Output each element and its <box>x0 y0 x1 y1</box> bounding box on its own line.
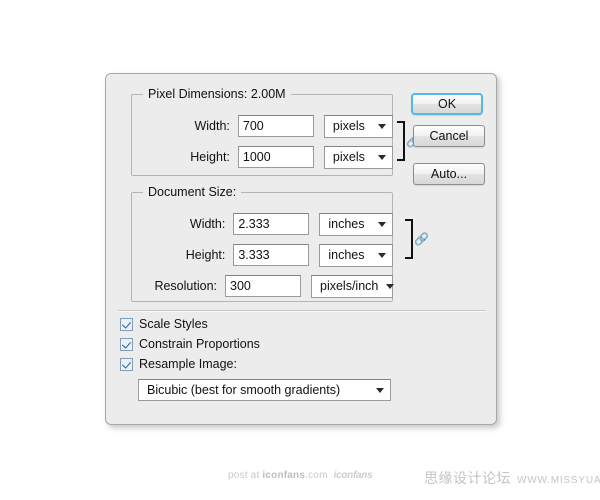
watermark-right-url: WWW.MISSYUAN.COM <box>517 475 600 486</box>
ok-button-label: OK <box>437 97 457 111</box>
document-height-unit-select[interactable]: inches <box>319 243 393 267</box>
document-width-unit-value: inches <box>328 217 365 231</box>
constrain-proportions-checkbox-row[interactable]: Constrain Proportions <box>120 337 260 351</box>
resample-method-select[interactable]: Bicubic (best for smooth gradients) <box>138 379 391 401</box>
document-resolution-unit-select[interactable]: pixels/inch <box>311 274 395 298</box>
chevron-down-icon <box>376 387 384 393</box>
document-size-legend: Document Size: <box>143 185 242 199</box>
pixel-width-label: Width: <box>194 119 230 133</box>
resample-image-checkbox[interactable] <box>120 357 133 371</box>
watermark-iconfans: post at iconfans.com iconfans <box>228 470 373 481</box>
ok-button[interactable]: OK <box>411 93 483 115</box>
document-size-link-constraint[interactable]: 🔗 <box>405 219 429 259</box>
document-width-label: Width: <box>189 217 226 231</box>
chevron-down-icon <box>378 221 386 227</box>
watermark-left-suffix: .com <box>305 470 328 481</box>
document-width-input[interactable] <box>233 213 310 235</box>
pixel-width-input[interactable] <box>237 115 314 137</box>
chevron-down-icon <box>378 252 386 258</box>
scale-styles-label: Scale Styles <box>139 317 208 331</box>
section-divider <box>118 310 486 312</box>
watermark-left-prefix: post at <box>228 470 263 481</box>
chain-link-icon: 🔗 <box>414 232 429 246</box>
document-height-unit-value: inches <box>328 248 365 262</box>
resample-image-checkbox-row[interactable]: Resample Image: <box>120 357 237 371</box>
chevron-down-icon <box>386 283 395 289</box>
pixel-height-unit-select[interactable]: pixels <box>323 145 393 169</box>
pixel-height-label: Height: <box>190 150 230 164</box>
document-height-row: Height: inches <box>131 243 393 267</box>
document-resolution-label: Resolution: <box>154 279 217 293</box>
scale-styles-checkbox-row[interactable]: Scale Styles <box>120 317 208 331</box>
pixel-width-unit-value: pixels <box>332 119 365 133</box>
document-width-row: Width: inches <box>131 212 393 236</box>
pixel-height-row: Height: pixels <box>131 145 393 169</box>
watermark-right-forum: 思缘设计论坛 <box>424 471 511 487</box>
resample-image-label: Resample Image: <box>139 357 237 371</box>
constrain-proportions-label: Constrain Proportions <box>139 337 260 351</box>
pixel-height-unit-value: pixels <box>332 150 365 164</box>
link-bracket <box>397 121 405 161</box>
document-resolution-row: Resolution: pixels/inch <box>131 274 395 298</box>
resample-method-value: Bicubic (best for smooth gradients) <box>147 383 341 397</box>
iconfans-logo-icon: iconfans <box>333 470 373 481</box>
document-height-label: Height: <box>185 248 226 262</box>
pixel-width-unit-select[interactable]: pixels <box>323 114 393 138</box>
auto-button[interactable]: Auto... <box>413 163 485 185</box>
document-resolution-input[interactable] <box>225 275 301 297</box>
document-resolution-unit-value: pixels/inch <box>320 279 379 293</box>
document-width-unit-select[interactable]: inches <box>319 212 393 236</box>
pixel-height-input[interactable] <box>237 146 314 168</box>
pixel-width-row: Width: pixels <box>131 114 393 138</box>
cancel-button-label: Cancel <box>429 129 469 143</box>
link-bracket <box>405 219 413 259</box>
pixel-dimensions-legend: Pixel Dimensions: 2.00M <box>143 87 291 101</box>
constrain-proportions-checkbox[interactable] <box>120 337 133 351</box>
watermark-left-brand: iconfans <box>262 470 306 481</box>
document-height-input[interactable] <box>233 244 310 266</box>
auto-button-label: Auto... <box>430 167 468 181</box>
cancel-button[interactable]: Cancel <box>413 125 485 147</box>
chevron-down-icon <box>378 123 386 129</box>
chevron-down-icon <box>378 154 386 160</box>
image-size-dialog: Pixel Dimensions: 2.00M Width: pixels He… <box>105 73 497 425</box>
watermark-missyuan: 思缘设计论坛 WWW.MISSYUAN.COM <box>424 468 600 488</box>
scale-styles-checkbox[interactable] <box>120 317 133 331</box>
